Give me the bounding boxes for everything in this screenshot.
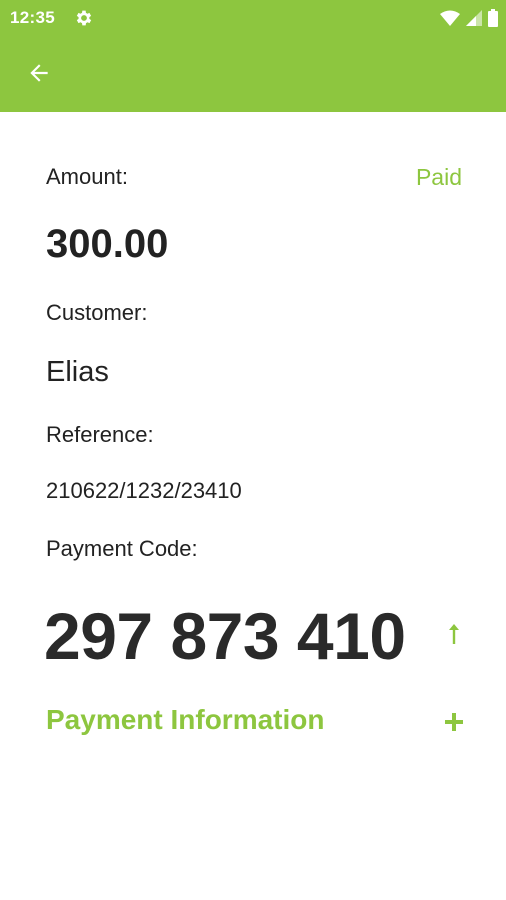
payment-code-value: 297 873 410 [44, 599, 406, 673]
back-button[interactable] [16, 50, 62, 96]
wifi-icon [440, 10, 460, 26]
gear-icon [76, 10, 92, 26]
status-time: 12:35 [10, 8, 55, 27]
amount-value: 300.00 [46, 222, 169, 266]
customer-label: Customer: [46, 300, 148, 325]
plus-icon[interactable] [442, 710, 466, 734]
payment-code-label: Payment Code: [46, 536, 198, 561]
reference-label: Reference: [46, 422, 154, 447]
reference-value: 210622/1232/23410 [46, 478, 242, 503]
app-bar [0, 36, 506, 112]
battery-icon [488, 9, 498, 27]
cellular-signal-icon [466, 10, 482, 26]
customer-value: Elias [46, 356, 109, 388]
status-icons [440, 9, 498, 27]
status-badge: Paid [415, 164, 462, 190]
amount-label: Amount: [46, 164, 128, 189]
arrow-up-icon[interactable] [444, 620, 464, 648]
arrow-left-icon [30, 64, 48, 82]
payment-information-toggle[interactable]: Payment Information [46, 704, 324, 736]
status-bar: 12:35 [0, 0, 506, 36]
